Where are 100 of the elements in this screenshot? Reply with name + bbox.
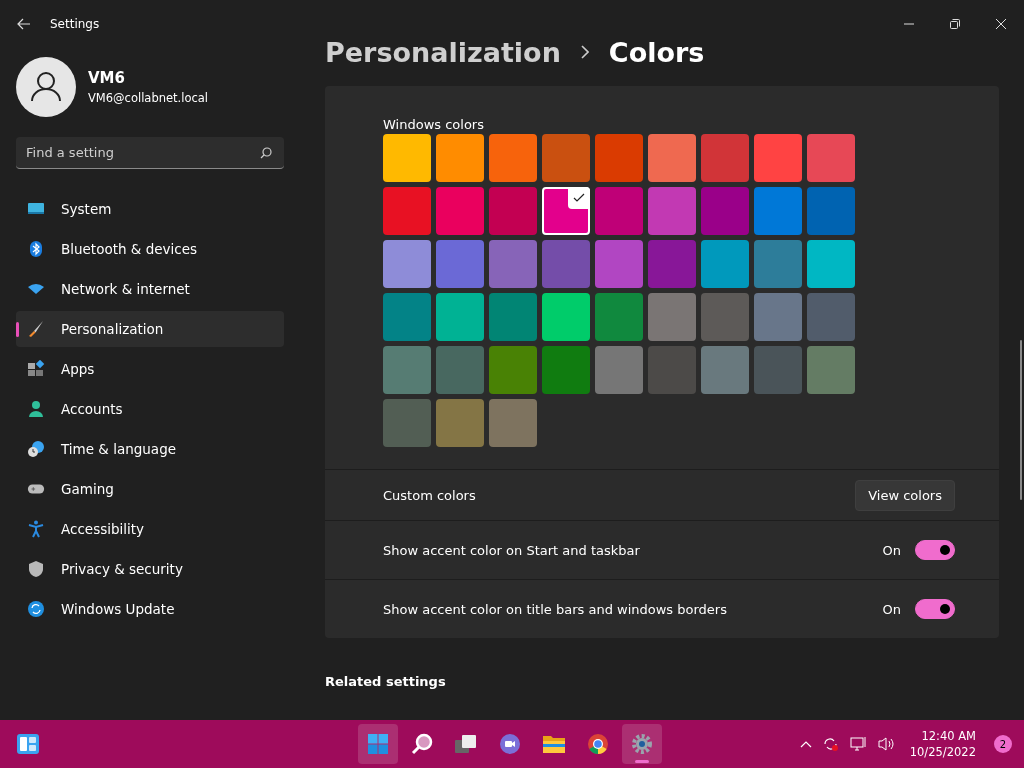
section-label: Windows colors: [383, 117, 485, 132]
video-chat-icon: [499, 733, 521, 755]
search-field[interactable]: Find a setting: [16, 137, 284, 169]
breadcrumb-parent[interactable]: Personalization: [325, 36, 561, 68]
color-swatch[interactable]: [754, 293, 802, 341]
color-swatch[interactable]: [436, 187, 484, 235]
color-swatch[interactable]: [595, 293, 643, 341]
color-swatch[interactable]: [701, 346, 749, 394]
color-swatch[interactable]: [489, 240, 537, 288]
toggle-switch[interactable]: [915, 540, 955, 560]
sidebar-item[interactable]: Time & language: [16, 431, 284, 467]
color-swatch[interactable]: [754, 187, 802, 235]
color-swatch[interactable]: [383, 346, 431, 394]
color-swatch[interactable]: [436, 134, 484, 182]
bluetooth-icon: [27, 240, 45, 258]
color-swatch[interactable]: [701, 240, 749, 288]
color-swatch[interactable]: [489, 346, 537, 394]
color-swatch[interactable]: [436, 240, 484, 288]
color-swatch[interactable]: [436, 293, 484, 341]
color-swatch[interactable]: [595, 187, 643, 235]
sidebar-item[interactable]: Apps: [16, 351, 284, 387]
color-swatch[interactable]: [383, 240, 431, 288]
toggle-switch[interactable]: [915, 599, 955, 619]
sidebar-item[interactable]: Accounts: [16, 391, 284, 427]
browser-icon: [587, 733, 609, 755]
scrollbar-thumb[interactable]: [1020, 340, 1022, 500]
settings-taskbar-button[interactable]: [622, 724, 662, 764]
update-icon: [27, 600, 45, 618]
sidebar-item[interactable]: Windows Update: [16, 591, 284, 627]
selection-indicator: [16, 322, 19, 337]
color-swatch[interactable]: [542, 134, 590, 182]
person-icon: [27, 400, 45, 418]
color-swatch[interactable]: [542, 240, 590, 288]
color-swatch[interactable]: [542, 293, 590, 341]
color-swatch[interactable]: [807, 187, 855, 235]
color-swatch[interactable]: [383, 134, 431, 182]
sync-icon[interactable]: [821, 736, 840, 752]
color-swatch[interactable]: [542, 187, 590, 235]
color-swatch[interactable]: [754, 346, 802, 394]
volume-icon[interactable]: [877, 736, 896, 752]
color-swatch[interactable]: [383, 293, 431, 341]
notification-badge[interactable]: 2: [994, 735, 1012, 753]
color-swatch[interactable]: [807, 134, 855, 182]
color-swatch[interactable]: [595, 134, 643, 182]
color-swatch[interactable]: [701, 187, 749, 235]
color-swatch[interactable]: [754, 240, 802, 288]
color-swatch[interactable]: [648, 134, 696, 182]
color-swatch[interactable]: [542, 346, 590, 394]
color-swatch[interactable]: [489, 293, 537, 341]
color-swatch[interactable]: [383, 187, 431, 235]
sidebar-item[interactable]: Privacy & security: [16, 551, 284, 587]
stacked-windows-icon: [454, 734, 478, 754]
back-arrow-icon[interactable]: [17, 18, 31, 30]
sidebar-item[interactable]: Accessibility: [16, 511, 284, 547]
widgets-icon[interactable]: [16, 733, 40, 755]
clock[interactable]: 12:40 AM 10/25/2022: [909, 729, 976, 759]
color-swatch[interactable]: [489, 134, 537, 182]
color-swatch[interactable]: [383, 399, 431, 447]
color-swatch[interactable]: [648, 240, 696, 288]
sidebar-item[interactable]: System: [16, 191, 284, 227]
color-swatch[interactable]: [595, 240, 643, 288]
color-swatch[interactable]: [436, 346, 484, 394]
shield-icon: [27, 560, 45, 578]
setting-label: Show accent color on title bars and windows borders: [383, 601, 727, 617]
color-swatch[interactable]: [595, 346, 643, 394]
date-text: 10/25/2022: [909, 745, 976, 759]
color-swatch[interactable]: [807, 240, 855, 288]
gamepad-icon: [27, 482, 45, 496]
restore-icon[interactable]: [950, 19, 960, 29]
color-swatch[interactable]: [436, 399, 484, 447]
color-swatch[interactable]: [807, 293, 855, 341]
sidebar-item[interactable]: Personalization: [16, 311, 284, 347]
window-title: Settings: [50, 17, 100, 31]
toggle-state-label: On: [882, 601, 901, 617]
chevron-up-icon[interactable]: [799, 740, 812, 748]
network-icon[interactable]: [849, 736, 868, 752]
sidebar-item[interactable]: Bluetooth & devices: [16, 231, 284, 267]
view-colors-button[interactable]: View colors: [855, 479, 955, 511]
color-swatch[interactable]: [489, 187, 537, 235]
section-heading: Related settings: [325, 674, 447, 689]
time-text: 12:40 AM: [921, 729, 976, 743]
folder-icon: [542, 734, 566, 754]
wifi-icon: [27, 283, 45, 295]
apps-icon: [27, 360, 45, 378]
color-swatch[interactable]: [754, 134, 802, 182]
color-swatch[interactable]: [701, 134, 749, 182]
color-swatch[interactable]: [648, 293, 696, 341]
sidebar-item[interactable]: Gaming: [16, 471, 284, 507]
color-swatch[interactable]: [648, 346, 696, 394]
monitor-icon: [27, 201, 45, 217]
color-swatch[interactable]: [648, 187, 696, 235]
setting-label: Custom colors: [383, 487, 476, 503]
setting-label: Show accent color on Start and taskbar: [383, 542, 640, 558]
color-swatch[interactable]: [489, 399, 537, 447]
color-swatch[interactable]: [701, 293, 749, 341]
search-icon: [411, 733, 433, 755]
color-swatch[interactable]: [807, 346, 855, 394]
start-button[interactable]: [358, 724, 398, 764]
sidebar-item[interactable]: Network & internet: [16, 271, 284, 307]
close-icon[interactable]: [996, 19, 1006, 29]
